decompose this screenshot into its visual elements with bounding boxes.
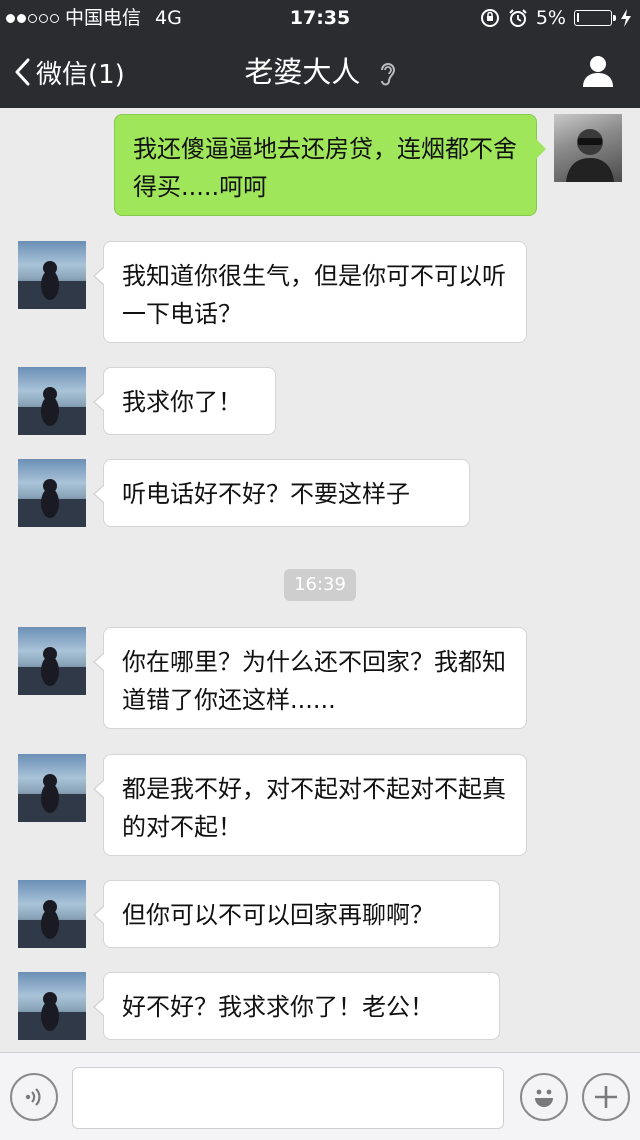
contact-avatar[interactable] xyxy=(18,880,86,948)
charging-icon xyxy=(621,9,631,27)
plus-icon xyxy=(595,1086,617,1108)
message-text: 都是我不好，对不起对不起对不起真的对不起！ xyxy=(122,775,506,841)
contact-avatar[interactable] xyxy=(18,627,86,695)
message-bubble-received[interactable]: 我求你了！ xyxy=(93,367,276,435)
message-bubble-received[interactable]: 好不好？我求求你了！老公！ xyxy=(93,972,500,1040)
contact-avatar[interactable] xyxy=(18,367,86,435)
alarm-icon xyxy=(509,9,527,27)
message-text: 听电话好不好？不要这样子 xyxy=(122,480,410,508)
chat-area[interactable]: 我还傻逼逼地去还房贷，连烟都不舍得买.....呵呵 我知道你很生气，但是你可不可… xyxy=(0,108,640,1052)
input-bar xyxy=(0,1052,640,1140)
message-text: 我知道你很生气，但是你可不可以听一下电话？ xyxy=(122,262,506,328)
voice-icon xyxy=(25,1088,41,1106)
battery-icon xyxy=(574,10,616,26)
message-bubble-received[interactable]: 但你可以不可以回家再聊啊？ xyxy=(93,880,500,948)
battery-percent: 5% xyxy=(535,7,566,29)
person-icon[interactable] xyxy=(582,54,614,88)
emoji-button[interactable] xyxy=(520,1073,568,1121)
contact-avatar[interactable] xyxy=(18,972,86,1040)
contact-avatar[interactable] xyxy=(18,754,86,822)
message-bubble-received[interactable]: 都是我不好，对不起对不起对不起真的对不起！ xyxy=(93,754,527,856)
ear-icon xyxy=(380,63,395,86)
status-bar: 中国电信 4G 17:35 5% xyxy=(0,0,640,36)
message-bubble-received[interactable]: 我知道你很生气，但是你可不可以听一下电话？ xyxy=(93,241,527,343)
message-bubble-sent[interactable]: 我还傻逼逼地去还房贷，连烟都不舍得买.....呵呵 xyxy=(114,114,546,216)
top-bar: 中国电信 4G 17:35 5% 微信(1) 老婆大人 xyxy=(0,0,640,108)
my-avatar[interactable] xyxy=(554,114,622,182)
contact-avatar[interactable] xyxy=(18,241,86,309)
rotation-lock-icon xyxy=(480,9,499,27)
contact-avatar[interactable] xyxy=(18,459,86,527)
message-input[interactable] xyxy=(72,1067,504,1129)
navigation-bar: 微信(1) 老婆大人 xyxy=(0,36,640,108)
chat-title-text: 老婆大人 xyxy=(244,55,361,89)
message-bubble-received[interactable]: 你在哪里？为什么还不回家？我都知道错了你还这样...... xyxy=(93,627,527,729)
emoji-icon xyxy=(535,1089,553,1107)
message-text: 好不好？我求求你了！老公！ xyxy=(122,993,434,1021)
message-text: 我求你了！ xyxy=(122,388,242,416)
message-text: 我还傻逼逼地去还房贷，连烟都不舍得买.....呵呵 xyxy=(133,135,517,201)
chat-title: 老婆大人 xyxy=(0,36,640,108)
message-bubble-received[interactable]: 听电话好不好？不要这样子 xyxy=(93,459,470,527)
message-text: 但你可以不可以回家再聊啊？ xyxy=(122,901,434,929)
message-text: 你在哪里？为什么还不回家？我都知道错了你还这样...... xyxy=(122,648,506,714)
more-button[interactable] xyxy=(582,1073,630,1121)
voice-button[interactable] xyxy=(10,1073,58,1121)
timestamp-label: 16:39 xyxy=(284,569,356,601)
